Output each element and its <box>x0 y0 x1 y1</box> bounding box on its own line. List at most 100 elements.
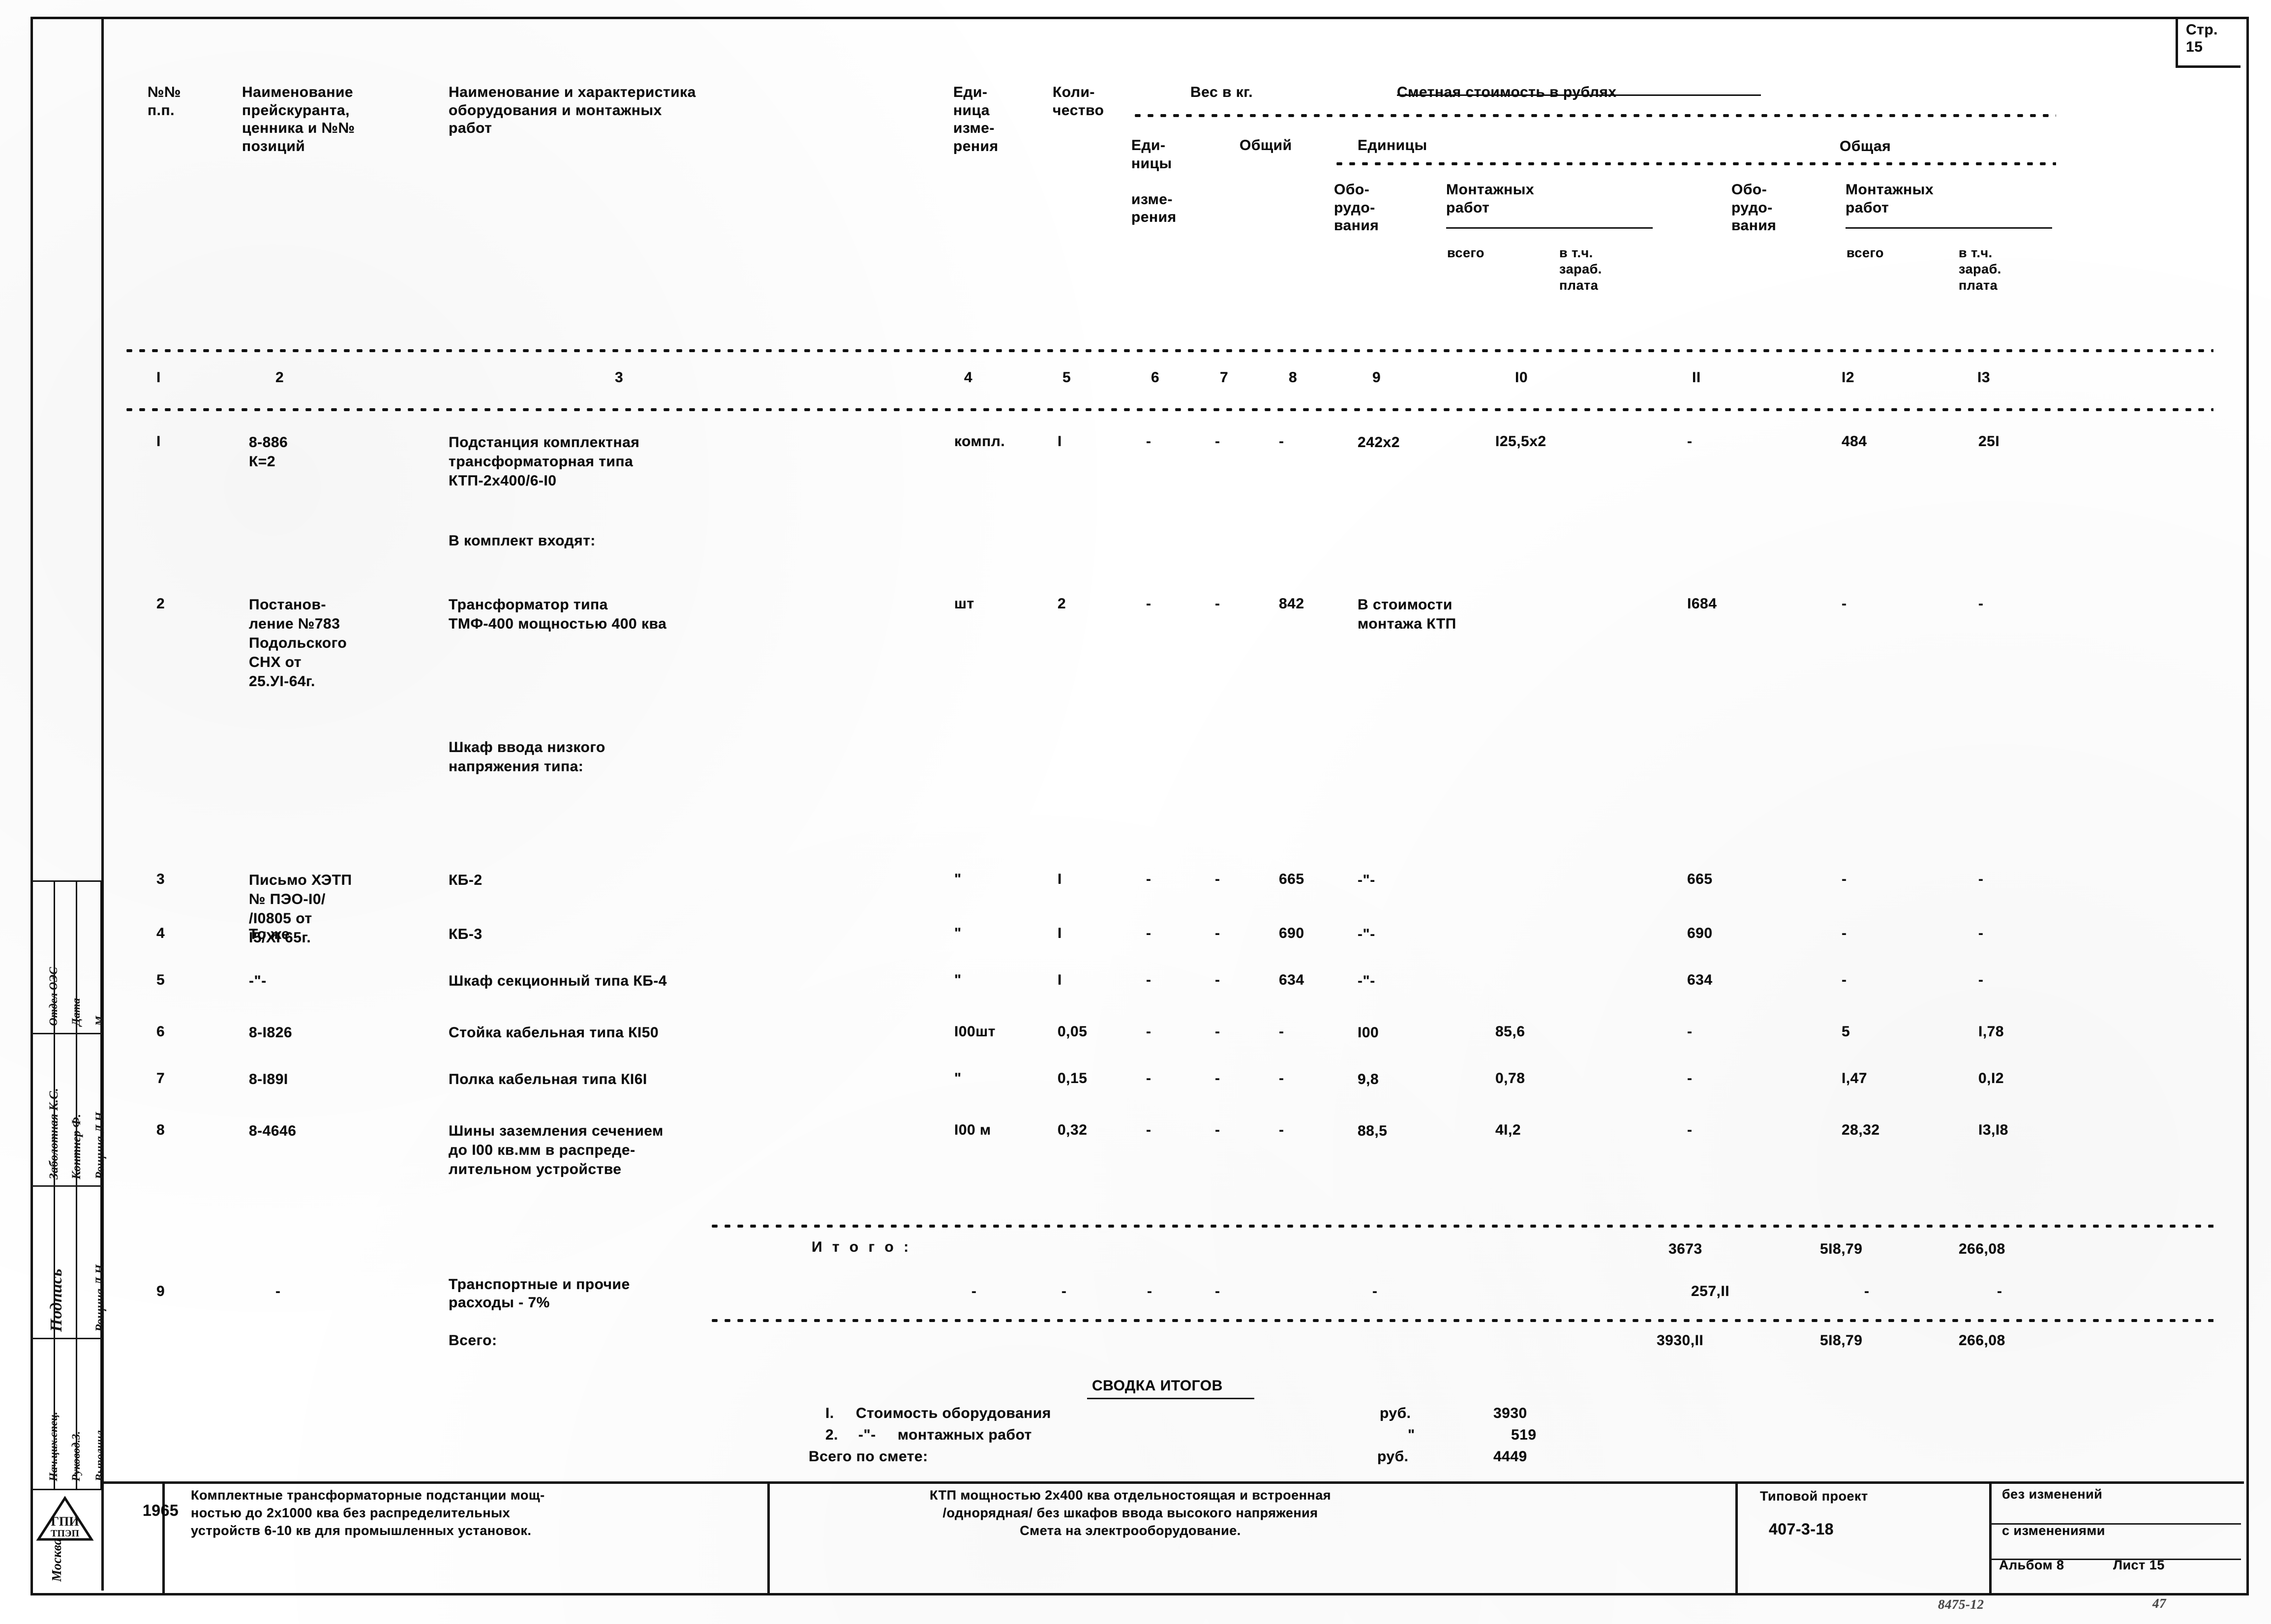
table-row-10-weight-unit: - <box>1146 1122 1151 1138</box>
stamp-role-2: Выполнил <box>93 1430 106 1481</box>
header-weight-group: Вес в кг. <box>1190 84 1253 100</box>
stamp-role-1: Руковод.3. <box>70 1431 82 1481</box>
table-row-1-unit-install-all: 242х2 <box>1358 434 1400 451</box>
page-marker-text: Стр. 15 <box>2186 22 2218 56</box>
summary-total-label: Всего по смете: <box>809 1448 928 1465</box>
colnum-bottom-rule <box>123 408 2213 411</box>
table-row-8-unit-equipment: - <box>1279 1023 1284 1040</box>
subtotal-top-rule <box>708 1225 2213 1228</box>
table-row-1-weight-total: - <box>1215 433 1220 450</box>
table-row-9-qty: 0,15 <box>1058 1070 1088 1086</box>
header-total-group: Общая <box>1840 138 1891 154</box>
header-col-qty: Коли- чество <box>1053 84 1104 119</box>
table-row-10-qty: 0,32 <box>1058 1122 1088 1138</box>
table-row-9-weight-total: - <box>1215 1070 1220 1086</box>
table-row-8-unit-install-wage: 85,6 <box>1495 1023 1525 1040</box>
summary-title-underline <box>1087 1398 1254 1399</box>
table-row-6-total-install-all: - <box>1842 925 1847 941</box>
table-row-2-name: В комплект входят: <box>449 533 596 549</box>
table-row-3-weight-total: - <box>1215 596 1220 612</box>
transport-row-qty: - <box>1061 1283 1067 1299</box>
table-row-10-weight-total: - <box>1215 1122 1220 1138</box>
table-row-5-unit-install-all: -"- <box>1358 872 1375 888</box>
page-marker-value: 15 <box>2186 38 2203 55</box>
column-number-6: 6 <box>1151 369 1160 386</box>
summary-line-1-no: I. <box>825 1405 834 1421</box>
header-col-price-ref: Наименование прейскуранта, ценника и №№ … <box>242 84 355 154</box>
column-number-8: 8 <box>1289 369 1298 386</box>
table-row-7-unit: " <box>954 972 962 988</box>
table-row-3-qty: 2 <box>1058 596 1066 612</box>
table-row-1-total-install-all: 484 <box>1842 433 1867 450</box>
table-row-7-price-ref: -"- <box>249 973 267 989</box>
table-row-3-unit-install-all: В стоимости монтажа КТП <box>1358 597 1456 632</box>
stamp-name-0: Заболотная К.С. <box>47 1088 61 1179</box>
transport-row-no: 9 <box>156 1283 165 1299</box>
table-row-8-qty: 0,05 <box>1058 1023 1088 1040</box>
svg-text:ТПЭП: ТПЭП <box>51 1528 79 1539</box>
header-total-install-underline <box>1846 227 2052 229</box>
table-row-1-qty: I <box>1058 433 1062 450</box>
transport-row-total-inst: - <box>1864 1283 1870 1299</box>
table-row-8-weight-total: - <box>1215 1023 1220 1040</box>
table-row-9-unit: " <box>954 1070 962 1086</box>
table-row-8-total-equipment: - <box>1687 1023 1693 1040</box>
table-row-9-no: 7 <box>156 1070 165 1086</box>
table-row-10-unit-equipment: - <box>1279 1122 1284 1138</box>
stamp-role-0: Нач.цих.спец. <box>47 1412 60 1482</box>
transport-row-unit-equip: - <box>1372 1283 1378 1299</box>
table-row-9-name: Полка кабельная типа КI6I <box>449 1071 647 1087</box>
title-block-object: Комплектные трансформаторные подстанции … <box>191 1488 545 1538</box>
title-block-rev-none: без изменений <box>2002 1487 2103 1502</box>
stamp-row-rule-1 <box>30 1033 102 1034</box>
subtotal-equipment: 3673 <box>1668 1241 1702 1257</box>
table-row-5-total-install-wage: - <box>1978 871 1984 887</box>
document-page: Стр. 15 №№ п.п. Наименование прейскуранта… <box>0 0 2271 1624</box>
table-row-8-price-ref: 8-I826 <box>249 1024 293 1041</box>
summary-line-2-no: 2. <box>825 1427 839 1443</box>
summary-line-2-unit: " <box>1408 1427 1415 1443</box>
table-row-9-total-equipment: - <box>1687 1070 1693 1086</box>
table-row-5-name: КБ-2 <box>449 872 483 888</box>
table-row-9-unit-install-wage: 0,78 <box>1495 1070 1525 1086</box>
table-row-9-price-ref: 8-I89I <box>249 1071 288 1087</box>
table-row-5-qty: I <box>1058 871 1062 887</box>
grandtotal-install-all: 5I8,79 <box>1820 1332 1863 1349</box>
column-number-5: 5 <box>1062 369 1071 386</box>
summary-total-value: 4449 <box>1493 1448 1527 1465</box>
table-row-5-no: 3 <box>156 871 165 887</box>
table-row-10-unit: I00 м <box>954 1122 991 1138</box>
title-block-description: КТП мощностью 2х400 ква отдельностоящая … <box>930 1488 1331 1538</box>
table-row-9-weight-unit: - <box>1146 1070 1151 1086</box>
table-row-8-no: 6 <box>156 1023 165 1040</box>
table-row-9-unit-equipment: - <box>1279 1070 1284 1086</box>
table-row-5-unit-equipment: 665 <box>1279 871 1304 887</box>
table-row-1-total-equipment: - <box>1687 433 1693 450</box>
stamp-name-2: Рощина Л.Н. <box>93 1109 107 1179</box>
table-row-10-unit-install-wage: 4I,2 <box>1495 1122 1521 1138</box>
header-unit-group: Единицы <box>1358 137 1427 153</box>
column-number-7: 7 <box>1220 369 1229 386</box>
transport-row-ref: - <box>275 1283 281 1299</box>
column-number-3: 3 <box>615 369 624 386</box>
table-row-7-weight-unit: - <box>1146 972 1151 988</box>
stamp-name-1: Контнер Ф. <box>70 1113 83 1179</box>
header-weight-unit: Еди- ницы изме- рения <box>1131 137 1177 226</box>
table-row-10-no: 8 <box>156 1122 165 1138</box>
table-row-4-name: Шкаф ввода низкого напряжения типа: <box>449 739 606 775</box>
stamp-name-3: Рощина Л.Н. <box>93 1261 107 1332</box>
table-row-10-total-install-all: 28,32 <box>1842 1122 1880 1138</box>
table-row-5-total-install-all: - <box>1842 871 1847 887</box>
table-row-3-unit-equipment: 842 <box>1279 596 1304 612</box>
table-row-1-price-ref: 8-886 К=2 <box>249 434 288 470</box>
header-col-name: Наименование и характеристика оборудован… <box>449 84 696 137</box>
stamp-extra-2: М <box>93 1016 106 1026</box>
table-row-10-price-ref: 8-4646 <box>249 1123 297 1139</box>
grandtotal-label: Всего: <box>449 1332 497 1349</box>
column-number-2: 2 <box>275 369 284 386</box>
table-row-8-total-install-all: 5 <box>1842 1023 1850 1040</box>
table-row-7-unit-equipment: 634 <box>1279 972 1304 988</box>
column-number-12: I2 <box>1842 369 1855 386</box>
column-number-13: I3 <box>1977 369 1991 386</box>
marginalia-bottom-right: 47 <box>2152 1596 2166 1611</box>
